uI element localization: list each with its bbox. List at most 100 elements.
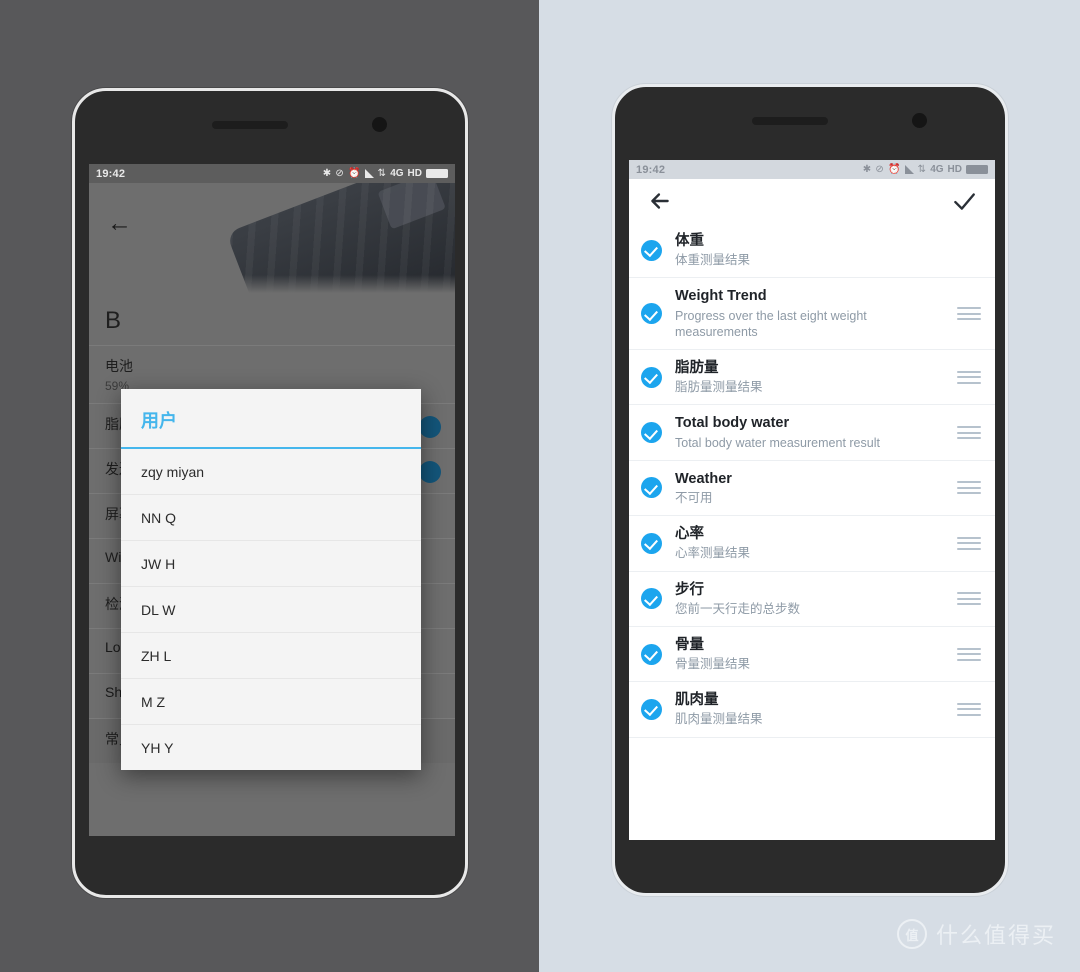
list-item[interactable]: 心率 心率测量结果: [629, 516, 995, 572]
check-circle-icon[interactable]: [641, 477, 662, 499]
list-item-title: 骨量: [675, 636, 704, 653]
list-item[interactable]: M Z: [121, 679, 421, 725]
list-item-text: Weight Trend Progress over the last eigh…: [675, 287, 947, 340]
list-item-subtitle: 心率测量结果: [675, 546, 751, 561]
hero-gradient-overlay: [89, 275, 455, 293]
battery-icon: [966, 165, 988, 174]
drag-handle-icon[interactable]: [957, 367, 981, 387]
list-item[interactable]: 骨量 骨量测量结果: [629, 627, 995, 683]
list-item-subtitle: 骨量测量结果: [675, 657, 751, 671]
list-item-title: 心率: [675, 526, 704, 543]
screen-left: 19:42 ✱ ⊘ ⏰ ⇅ 4G HD ← B 电池 59% 脂肪 发送 屏幕 …: [89, 164, 455, 836]
phone-right: 19:42 ✱ ⊘ ⏰ ⇅ 4G HD 体重 体重测量结果 Weight Tre…: [612, 84, 1008, 896]
back-arrow-icon[interactable]: [647, 188, 673, 214]
hd-voice-label: HD: [407, 168, 422, 179]
screen-right: 19:42 ✱ ⊘ ⏰ ⇅ 4G HD 体重 体重测量结果 Weight Tre…: [629, 160, 995, 840]
status-time: 19:42: [96, 167, 126, 180]
watermark-text: 什么值得买: [935, 923, 1056, 948]
page-title: B: [105, 307, 122, 334]
network-type-label: 4G: [390, 168, 404, 179]
list-item-text: 肌肉量 肌肉量测量结果: [675, 691, 947, 727]
mobile-data-icon: ⇅: [377, 167, 387, 179]
drag-handle-icon[interactable]: [957, 699, 981, 719]
list-item-text: Weather 不可用: [675, 470, 947, 506]
list-item-subtitle: 不可用: [675, 490, 713, 505]
metric-list: 体重 体重测量结果 Weight Trend Progress over the…: [629, 223, 995, 738]
list-item-text: 步行 您前一天行走的总步数: [675, 581, 947, 617]
list-item-text: 心率 心率测量结果: [675, 525, 947, 561]
list-item-title: 脂肪量: [675, 360, 719, 376]
hd-voice-label: HD: [947, 164, 962, 175]
screenshot-stage: 19:42 ✱ ⊘ ⏰ ⇅ 4G HD ← B 电池 59% 脂肪 发送 屏幕 …: [0, 0, 1080, 972]
drag-handle-icon[interactable]: [957, 589, 981, 609]
watermark-logo-icon: 值: [896, 919, 927, 949]
mute-icon: ⊘: [875, 163, 884, 175]
list-item-text: Total body water Total body water measur…: [675, 414, 947, 450]
list-item-text: 骨量 骨量测量结果: [675, 636, 947, 672]
list-item-title: Weight Trend: [675, 288, 767, 305]
toggle-switch[interactable]: [419, 416, 441, 438]
check-circle-icon[interactable]: [641, 698, 662, 720]
list-item[interactable]: 体重 体重测量结果: [629, 223, 995, 279]
bluetooth-icon: ✱: [862, 163, 872, 175]
list-item-subtitle: Progress over the last eight weight meas…: [675, 308, 867, 339]
earpiece-speaker: [212, 121, 288, 129]
drag-handle-icon[interactable]: [957, 423, 981, 443]
list-item[interactable]: ZH L: [121, 633, 421, 679]
earpiece-speaker: [752, 117, 828, 125]
list-item[interactable]: 步行 您前一天行走的总步数: [629, 572, 995, 627]
list-item-subtitle: 您前一天行走的总步数: [675, 601, 801, 616]
back-arrow-icon[interactable]: ←: [107, 209, 135, 237]
drag-handle-icon[interactable]: [957, 304, 981, 324]
list-item-subtitle: 肌肉量测量结果: [675, 712, 763, 727]
list-item[interactable]: Weather 不可用: [629, 461, 995, 517]
status-time: 19:42: [636, 163, 666, 176]
list-item-text: 脂肪量 脂肪量测量结果: [675, 359, 947, 395]
list-item[interactable]: 脂肪量 脂肪量测量结果: [629, 350, 995, 406]
check-circle-icon[interactable]: [641, 239, 662, 261]
toggle-switch[interactable]: [419, 461, 441, 483]
check-circle-icon[interactable]: [641, 303, 662, 325]
list-item[interactable]: DL W: [121, 587, 421, 633]
list-item[interactable]: Weight Trend Progress over the last eigh…: [629, 278, 995, 350]
phone-left: 19:42 ✱ ⊘ ⏰ ⇅ 4G HD ← B 电池 59% 脂肪 发送 屏幕 …: [72, 88, 468, 898]
status-bar-right: 19:42 ✱ ⊘ ⏰ ⇅ 4G HD: [629, 160, 995, 179]
list-item-text: 体重 体重测量结果: [675, 232, 981, 268]
list-item[interactable]: Total body water Total body water measur…: [629, 405, 995, 461]
list-item[interactable]: 肌肉量 肌肉量测量结果: [629, 682, 995, 738]
list-item-subtitle: 脂肪量测量结果: [675, 380, 763, 395]
list-item-title: 体重: [675, 233, 704, 249]
list-item-title: Total body water: [675, 415, 790, 432]
dialog-title: 用户: [141, 411, 177, 431]
network-type-label: 4G: [930, 164, 944, 175]
drag-handle-icon[interactable]: [957, 478, 981, 498]
bluetooth-icon: ✱: [322, 167, 332, 179]
list-item[interactable]: zqy miyan: [121, 449, 421, 495]
list-item[interactable]: JW H: [121, 541, 421, 587]
status-icons: ✱ ⊘ ⏰ ⇅ 4G HD: [323, 168, 448, 179]
product-hero-image: ←: [89, 183, 455, 293]
list-item[interactable]: YH Y: [121, 725, 421, 770]
check-circle-icon[interactable]: [641, 532, 662, 554]
drag-handle-icon[interactable]: [957, 533, 981, 553]
alarm-icon: ⏰: [347, 167, 361, 179]
app-bar-right: [629, 179, 995, 223]
check-circle-icon[interactable]: [641, 366, 662, 388]
signal-icon: [904, 165, 914, 174]
check-circle-icon[interactable]: [641, 588, 662, 610]
check-circle-icon[interactable]: [641, 422, 662, 444]
confirm-checkmark-icon[interactable]: [951, 188, 977, 214]
mobile-data-icon: ⇅: [917, 163, 927, 175]
signal-icon: [364, 169, 374, 178]
scale-display-panel: [377, 183, 446, 230]
check-circle-icon[interactable]: [641, 643, 662, 665]
list-item[interactable]: NN Q: [121, 495, 421, 541]
user-picker-dialog: 用户 zqy miyan NN Q JW H DL W ZH L M Z YH …: [121, 389, 421, 770]
mute-icon: ⊘: [335, 167, 344, 179]
front-camera: [912, 113, 927, 128]
list-item-title: 步行: [675, 581, 704, 598]
dialog-header: 用户: [121, 389, 421, 449]
list-item-subtitle: Total body water measurement result: [675, 435, 880, 450]
drag-handle-icon[interactable]: [957, 644, 981, 664]
battery-icon: [426, 169, 448, 178]
